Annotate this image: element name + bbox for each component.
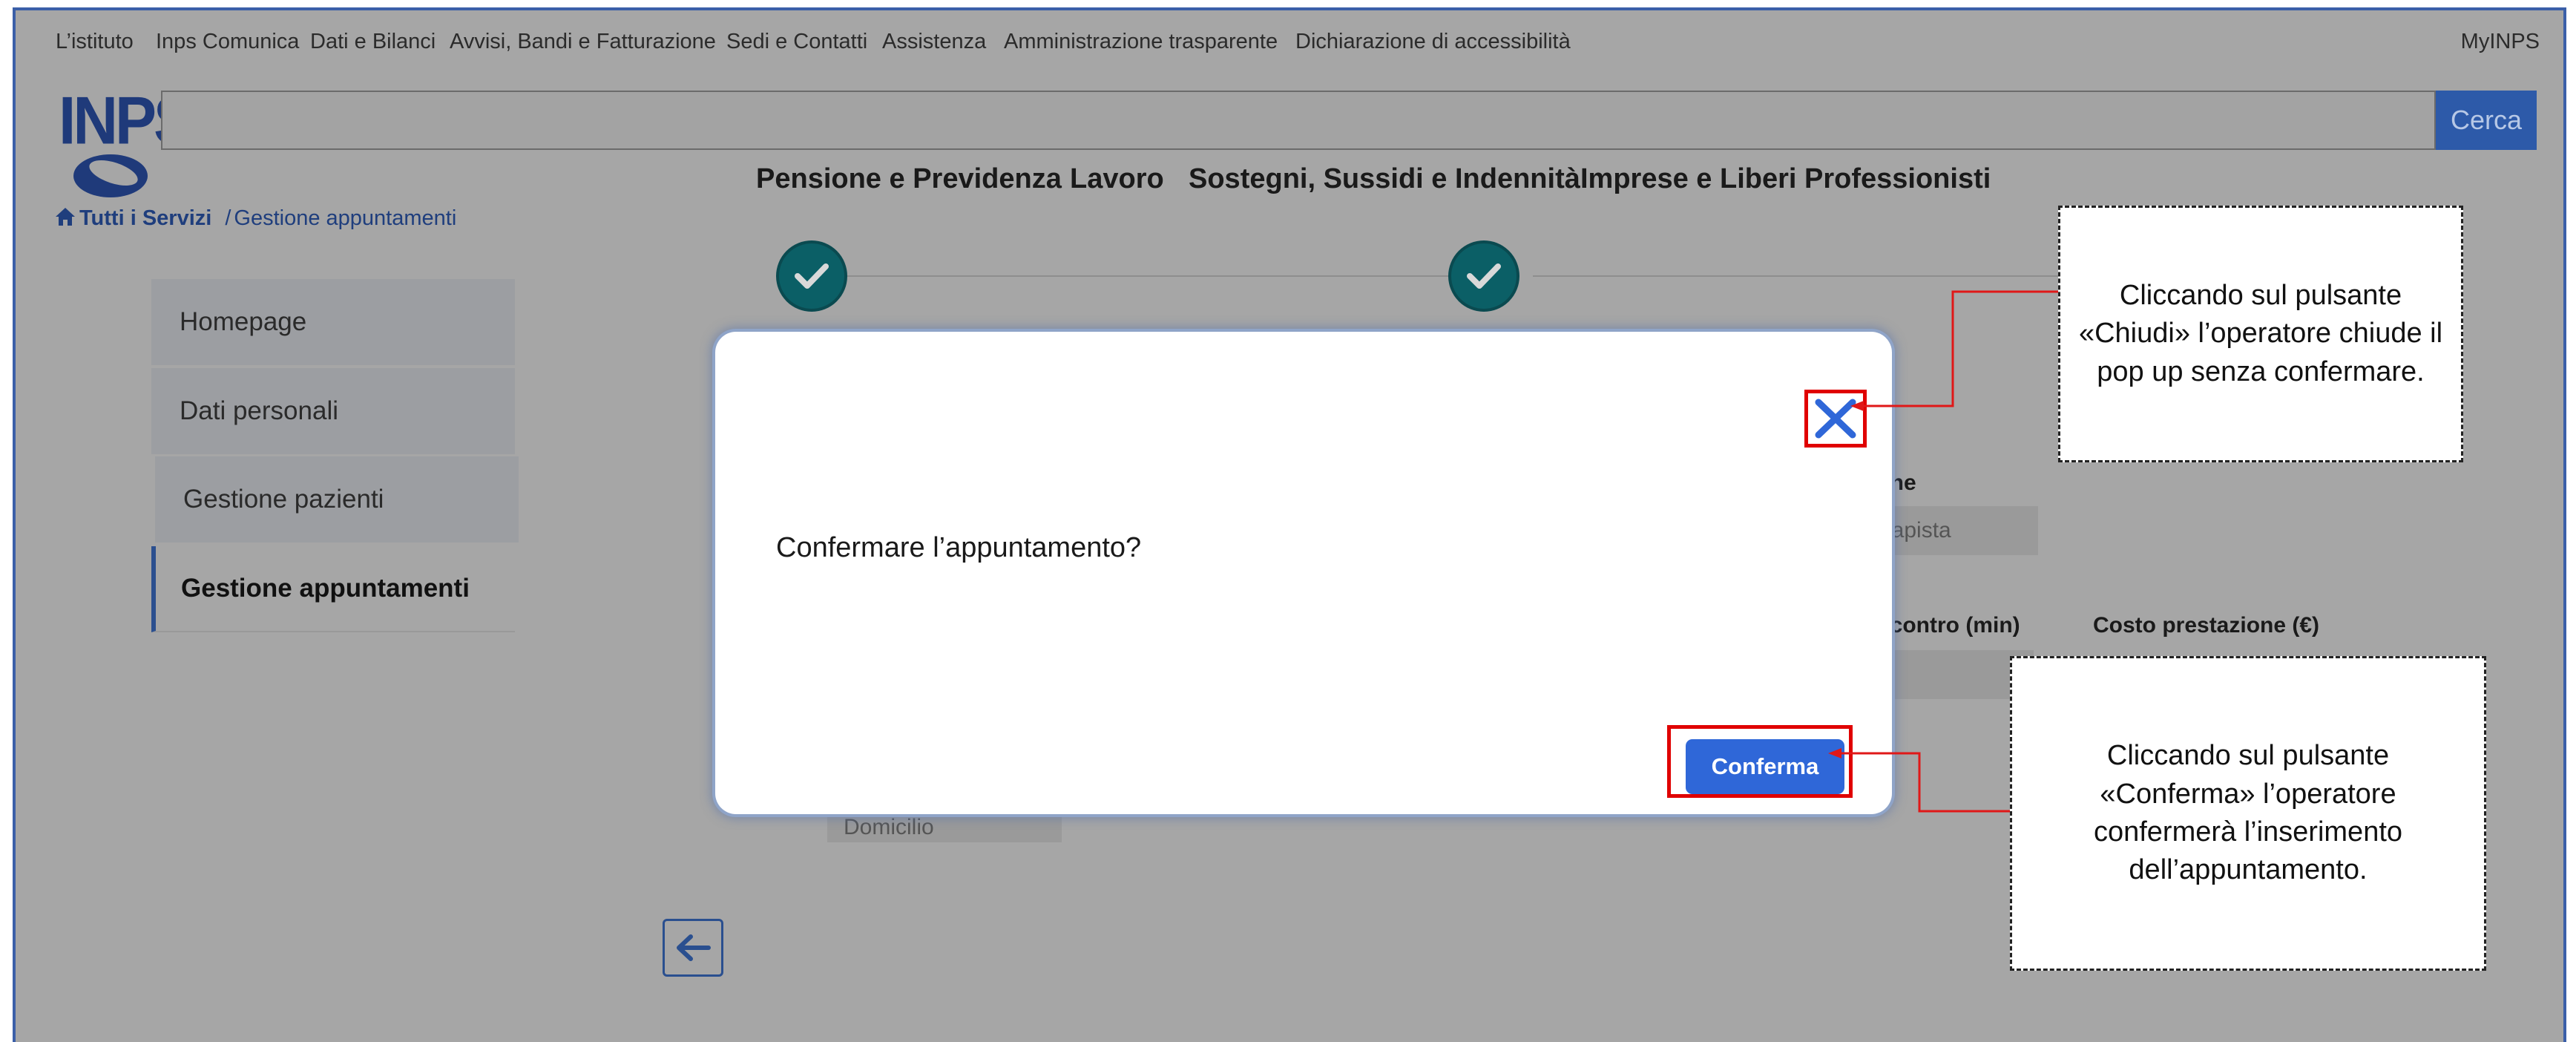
confirm-appointment-modal: Confermare l’appuntamento? Conferma [715,332,1892,814]
breadcrumb-home-link[interactable]: Tutti i Servizi [79,206,211,230]
sidebar-item-dati-personali[interactable]: Dati personali [151,368,515,454]
myinps-link[interactable]: MyINPS [2461,30,2540,54]
mainnav-item-imprese[interactable]: Imprese e Liberi Professionisti [1580,163,1991,195]
callout-close-explanation: Cliccando sul pulsante «Chiudi» l’operat… [2058,206,2463,462]
modal-message: Confermare l’appuntamento? [776,532,1142,563]
back-button[interactable] [663,919,723,977]
modal-close-button[interactable] [1804,390,1867,448]
stepper-line [824,275,1470,277]
callout-close-text: Cliccando sul pulsante «Chiudi» l’operat… [2078,280,2443,387]
topnav-item-amministrazione-trasparente[interactable]: Amministrazione trasparente [1004,30,1278,54]
search-button[interactable]: Cerca [2436,91,2537,150]
confirm-button[interactable]: Conferma [1686,739,1844,794]
breadcrumb: Tutti i Servizi / Gestione appuntamenti [54,206,456,231]
sidebar-item-gestione-pazienti[interactable]: Gestione pazienti [155,456,519,543]
field-luogo-value: Domicilio [844,815,934,839]
topnav-item-dati-bilanci[interactable]: Dati e Bilanci [310,30,436,54]
sidebar-item-label: Homepage [180,307,307,336]
step-completed-1 [776,240,847,312]
close-icon [1815,399,1856,439]
step-completed-2 [1448,240,1519,312]
sidebar-item-label: Gestione appuntamenti [181,574,470,603]
topnav-item-inps-comunica[interactable]: Inps Comunica [156,30,299,54]
field-label-durata: incontro (min) [1870,613,2020,638]
sidebar-item-homepage[interactable]: Homepage [151,279,515,365]
mainnav-item-sostegni[interactable]: Sostegni, Sussidi e Indennità [1189,163,1580,195]
check-icon [1467,263,1501,289]
arrow-left-icon [677,934,711,961]
stepper-line [1533,275,2097,277]
topnav-item-sedi-contatti[interactable]: Sedi e Contatti [726,30,867,54]
mainnav-item-lavoro[interactable]: Lavoro [1070,163,1164,195]
field-label-costo: Costo prestazione (€) [2093,613,2320,638]
breadcrumb-current[interactable]: Gestione appuntamenti [234,206,456,230]
mainnav-item-pensione[interactable]: Pensione e Previdenza [756,163,1062,195]
callout-confirm-explanation: Cliccando sul pulsante «Conferma» l’oper… [2010,656,2486,971]
topnav-item-avvisi-bandi[interactable]: Avvisi, Bandi e Fatturazione [450,30,716,54]
sidebar-item-label: Dati personali [180,396,338,425]
topnav-item-assistenza[interactable]: Assistenza [882,30,986,54]
topnav-item-accessibilita[interactable]: Dichiarazione di accessibilità [1295,30,1571,54]
top-utility-nav: L’istituto Inps Comunica Dati e Bilanci … [16,10,2563,79]
main-nav: Pensione e Previdenza Lavoro Sostegni, S… [16,163,2563,205]
callout-confirm-text: Cliccando sul pulsante «Conferma» l’oper… [2093,740,2403,886]
check-icon [795,263,829,289]
topnav-item-istituto[interactable]: L’istituto [56,30,134,54]
search-input[interactable] [161,91,2436,150]
sidebar-item-label: Gestione pazienti [183,485,384,514]
sidebar-item-gestione-appuntamenti[interactable]: Gestione appuntamenti [151,546,515,632]
breadcrumb-separator: / [225,206,231,230]
home-icon[interactable] [54,206,76,227]
